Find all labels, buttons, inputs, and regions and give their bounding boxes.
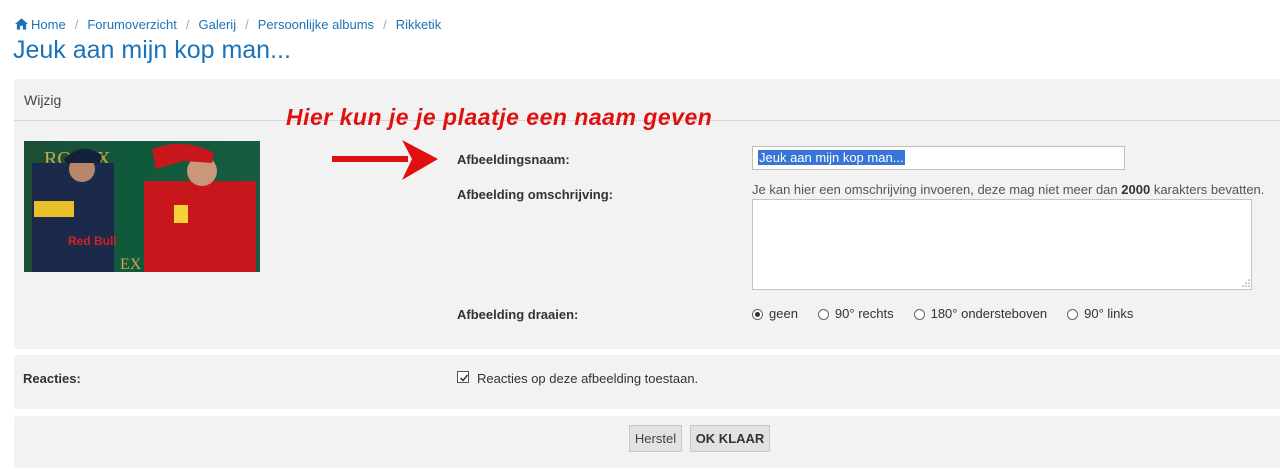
description-label: Afbeelding omschrijving: bbox=[457, 187, 614, 202]
radio-icon[interactable] bbox=[1067, 309, 1079, 320]
description-hint-suffix: karakters bevatten. bbox=[1153, 182, 1265, 197]
breadcrumb-separator: / bbox=[185, 17, 190, 32]
edit-panel-title: Wijzig bbox=[24, 92, 62, 108]
breadcrumb-home-label: Home bbox=[31, 17, 66, 32]
radio-icon[interactable] bbox=[817, 309, 829, 320]
breadcrumb-galerij[interactable]: Galerij bbox=[199, 17, 237, 32]
rotate-option-label: geen bbox=[769, 306, 798, 321]
breadcrumb-separator: / bbox=[245, 17, 249, 32]
name-input-value: Jeuk aan mijn kop man... bbox=[758, 150, 905, 165]
rotate-radio-group: geen 90° rechts 180° ondersteboven 90° link… bbox=[752, 306, 1153, 321]
name-label: Afbeeldingsnaam: bbox=[457, 152, 570, 167]
photo-logo-bottom: EX bbox=[120, 256, 142, 272]
breadcrumb-separator: / bbox=[74, 17, 79, 32]
rotate-option-90-links[interactable]: 90° links bbox=[1067, 306, 1133, 321]
rotate-option-label: 90° rechts bbox=[834, 306, 894, 321]
red-arrow-icon bbox=[332, 140, 438, 180]
breadcrumb-rikketik[interactable]: Rikketik bbox=[396, 17, 442, 32]
home-icon bbox=[15, 18, 28, 30]
checkmark-icon bbox=[459, 374, 469, 382]
radio-selected-icon[interactable] bbox=[752, 309, 763, 320]
reacties-checkbox[interactable] bbox=[457, 371, 469, 383]
description-hint-number: 2000 bbox=[1121, 182, 1151, 197]
breadcrumb-separator: / bbox=[383, 17, 387, 32]
reset-button[interactable]: Herstel bbox=[629, 425, 682, 452]
radio-icon[interactable] bbox=[913, 309, 925, 320]
description-hint: Je kan hier een omschrijving invoeren, d… bbox=[752, 182, 1264, 197]
rotate-option-geen[interactable]: geen bbox=[752, 306, 798, 321]
page-title: Jeuk aan mijn kop man... bbox=[13, 36, 291, 64]
annotation-text: Hier kun je je plaatje een naam geven bbox=[286, 104, 713, 130]
image-thumbnail[interactable]: ROLEX Red Bull EX bbox=[24, 141, 260, 272]
photo-red-bull-text: Red Bull bbox=[68, 234, 117, 248]
rotate-option-label: 180° ondersteboven bbox=[930, 306, 1048, 321]
photo-illustration: ROLEX Red Bull EX bbox=[24, 141, 260, 272]
breadcrumb: Home / Forumoverzicht / Galerij / Persoonlijke… bbox=[15, 17, 441, 32]
reacties-label: Reacties: bbox=[23, 371, 81, 386]
rotate-option-label: 90° links bbox=[1084, 306, 1134, 321]
description-hint-prefix: Je kan hier een omschrijving invoeren, d… bbox=[752, 182, 1118, 197]
breadcrumb-home[interactable]: Home bbox=[15, 17, 66, 32]
rotate-label: Afbeelding draaien: bbox=[457, 307, 579, 322]
description-textarea[interactable] bbox=[752, 199, 1252, 290]
ok-button[interactable]: OK KLAAR bbox=[690, 425, 770, 452]
name-input[interactable]: Jeuk aan mijn kop man... bbox=[752, 146, 1125, 170]
breadcrumb-persoonlijke-albums[interactable]: Persoonlijke albums bbox=[258, 17, 374, 32]
rotate-option-90-rechts[interactable]: 90° rechts bbox=[817, 306, 894, 321]
reacties-checkbox-label[interactable]: Reacties op deze afbeelding toestaan. bbox=[477, 371, 698, 386]
breadcrumb-forumoverzicht[interactable]: Forumoverzicht bbox=[87, 17, 177, 32]
rotate-option-180[interactable]: 180° ondersteboven bbox=[913, 306, 1048, 321]
resize-grip-icon[interactable] bbox=[1242, 279, 1250, 287]
